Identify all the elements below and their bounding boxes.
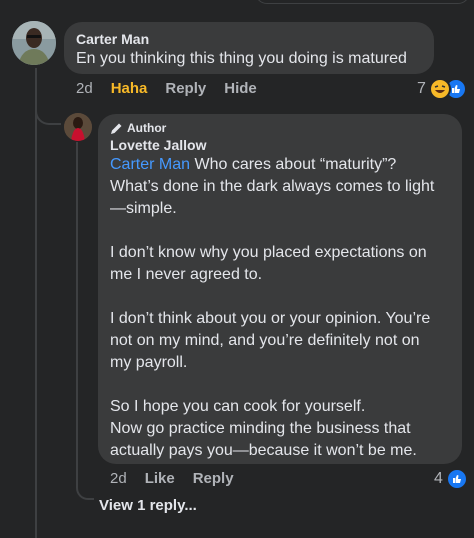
reply-line: —simple.: [110, 200, 177, 217]
reply-button[interactable]: Reply: [165, 80, 206, 97]
reply-timestamp[interactable]: 2d: [110, 470, 127, 487]
comment-bubble[interactable]: Carter Man En you thinking this thing yo…: [64, 22, 434, 74]
reaction-count: 7: [417, 80, 426, 97]
comment-reaction-summary[interactable]: 7: [417, 78, 467, 100]
reply-line: me I never agreed to.: [110, 266, 263, 283]
haha-emoji-icon: [428, 78, 451, 100]
previous-comment-bubble-edge: [255, 0, 470, 4]
reply-reaction-summary[interactable]: 4: [434, 468, 468, 490]
reply-line: not on my mind, and you’re definitely no…: [110, 332, 420, 349]
thread-connector: [35, 98, 61, 125]
like-icon: [445, 468, 468, 490]
reply-line: What’s done in the dark always comes to …: [110, 178, 435, 195]
reply-connector: [76, 478, 94, 500]
reply-actions: 2d Like Reply: [110, 470, 252, 487]
reply-button[interactable]: Reply: [193, 470, 234, 487]
haha-reaction-button[interactable]: Haha: [111, 80, 148, 97]
mention-link[interactable]: Carter Man: [110, 156, 190, 173]
thread-line: [35, 68, 37, 538]
reply-thread-line: [76, 142, 78, 482]
view-replies-link[interactable]: View 1 reply...: [99, 497, 197, 514]
hide-button[interactable]: Hide: [224, 80, 257, 97]
reply-text: Carter Man Who cares about “maturity”? W…: [110, 154, 450, 462]
reply-bubble[interactable]: Author Lovette Jallow Carter Man Who car…: [98, 114, 462, 464]
reply-line: Who cares about “maturity”?: [190, 156, 397, 173]
reply-line: Now go practice minding the business tha…: [110, 420, 411, 437]
like-button[interactable]: Like: [145, 470, 175, 487]
comment-timestamp[interactable]: 2d: [76, 80, 93, 97]
reply-author-name[interactable]: Lovette Jallow: [110, 136, 450, 154]
comment-text: En you thinking this thing you doing is …: [76, 50, 407, 67]
reply-line: actually pays you—because it won’t be me…: [110, 442, 417, 459]
reply-line: So I hope you can cook for yourself.: [110, 398, 366, 415]
comment-actions: 2d Haha Reply Hide: [76, 80, 275, 97]
reply-line: my payroll.: [110, 354, 188, 371]
author-badge: Author: [110, 121, 450, 136]
pencil-icon: [111, 123, 122, 134]
avatar-lovette-jallow[interactable]: [64, 113, 92, 141]
author-badge-label: Author: [127, 121, 167, 135]
avatar-carter-man[interactable]: [12, 21, 56, 65]
reaction-count: 4: [434, 470, 443, 487]
reply-line: I don’t know why you placed expectations…: [110, 244, 427, 261]
reply-line: I don’t think about you or your opinion.…: [110, 310, 431, 327]
comment-author-name[interactable]: Carter Man: [76, 30, 422, 48]
